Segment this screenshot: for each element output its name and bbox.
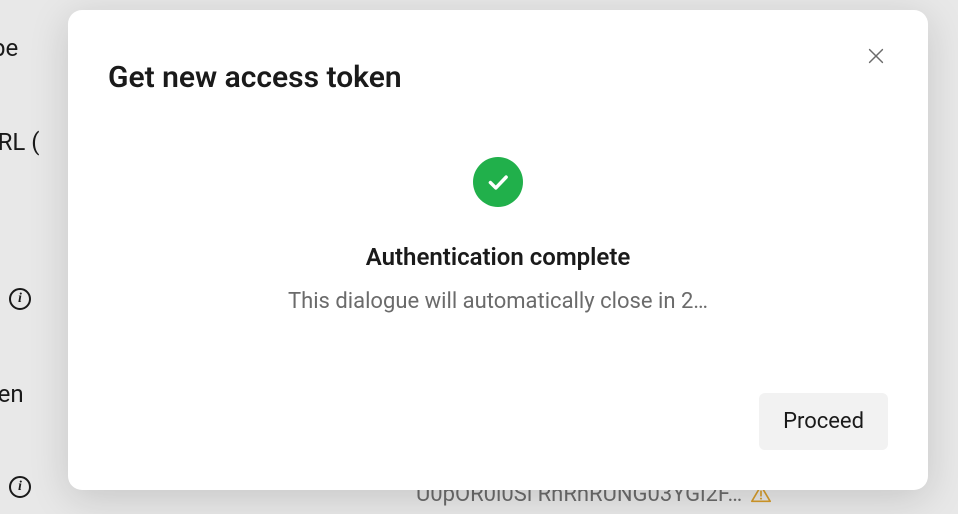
status-subtext: This dialogue will automatically close i… [288, 289, 708, 314]
get-new-access-token-dialog: Get new access token Authentication comp… [68, 10, 928, 490]
proceed-button[interactable]: Proceed [759, 393, 888, 450]
dialog-title: Get new access token [108, 60, 402, 95]
close-button[interactable] [862, 42, 890, 70]
status-heading: Authentication complete [366, 243, 631, 271]
dialog-header: Get new access token [108, 60, 888, 95]
dialog-body: Authentication complete This dialogue wi… [108, 95, 888, 393]
dialog-footer: Proceed [108, 393, 888, 450]
close-icon [865, 45, 887, 67]
modal-overlay: Get new access token Authentication comp… [0, 0, 958, 506]
success-icon [473, 157, 523, 207]
checkmark-icon [485, 169, 511, 195]
